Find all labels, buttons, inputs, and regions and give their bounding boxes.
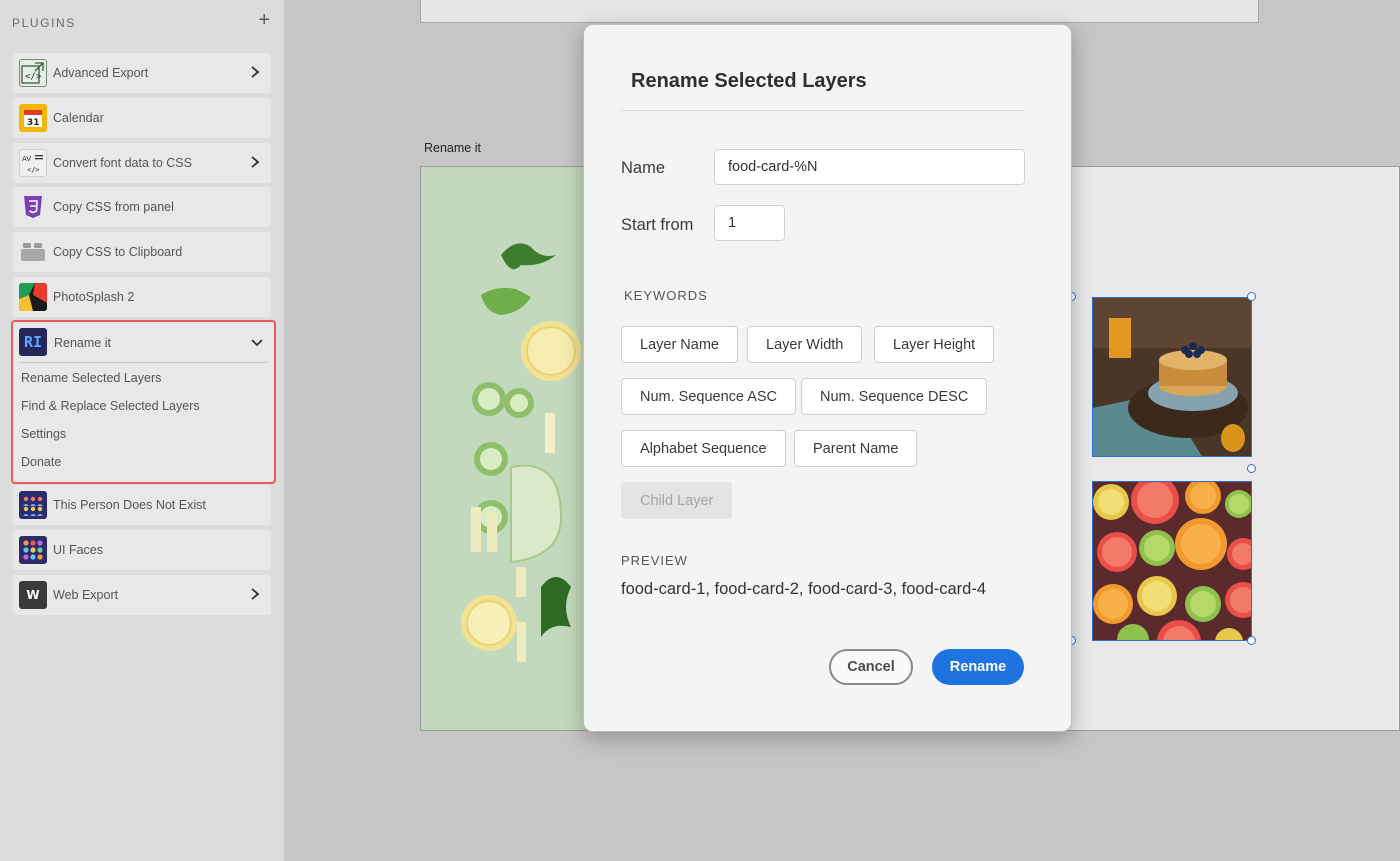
keyword-layer-height[interactable]: Layer Height: [874, 326, 995, 363]
code-export-icon: </>: [19, 59, 47, 87]
plugin-label: Rename it: [54, 336, 111, 350]
plugin-group-rename-it: RI Rename it Rename Selected Layers Find…: [11, 320, 276, 484]
name-input[interactable]: [714, 149, 1025, 185]
keyword-layer-width[interactable]: Layer Width: [747, 326, 863, 363]
cancel-button[interactable]: Cancel: [829, 649, 913, 685]
keyword-num-seq-asc[interactable]: Num. Sequence ASC: [621, 378, 797, 415]
plugin-item-ui-faces[interactable]: UI Faces: [13, 530, 271, 570]
faces-grid-icon: [19, 536, 47, 564]
plugin-label: Copy CSS to Clipboard: [53, 245, 183, 259]
plugin-item-rename-it[interactable]: RI Rename it: [13, 322, 274, 364]
plugin-item-copy-css-panel[interactable]: Copy CSS from panel: [13, 187, 271, 227]
svg-text:AV: AV: [22, 155, 31, 163]
chevron-down-icon[interactable]: [249, 333, 265, 353]
plugin-item-advanced-export[interactable]: </> Advanced Export: [13, 53, 271, 93]
plugin-label: Copy CSS from panel: [53, 200, 174, 214]
plugins-title: PLUGINS: [12, 16, 76, 30]
menu-item-settings[interactable]: Settings: [21, 427, 66, 441]
web-export-icon-text: W: [26, 588, 40, 602]
plugin-item-copy-css-clipboard[interactable]: Copy CSS to Clipboard: [13, 232, 271, 272]
plugins-header: PLUGINS +: [12, 10, 270, 30]
keyword-alphabet-seq[interactable]: Alphabet Sequence: [621, 430, 786, 467]
divider: [19, 362, 267, 363]
keyword-layer-name[interactable]: Layer Name: [621, 326, 738, 363]
food-photo-pancakes[interactable]: [1092, 297, 1252, 457]
rename-button[interactable]: Rename: [932, 649, 1024, 685]
menu-item-donate[interactable]: Donate: [21, 455, 61, 469]
svg-text:</>: </>: [27, 166, 40, 174]
font-css-icon: AV </>: [19, 149, 47, 177]
plus-icon[interactable]: +: [258, 10, 270, 30]
plugin-item-convert-font[interactable]: AV </> Convert font data to CSS: [13, 143, 271, 183]
keyword-parent-name[interactable]: Parent Name: [794, 430, 918, 467]
keyword-child-layer: Child Layer: [621, 482, 733, 519]
artboard-label[interactable]: Rename it: [424, 141, 481, 155]
calendar-icon: 31: [19, 104, 47, 132]
photosplash-icon: [19, 283, 47, 311]
dialog-title: Rename Selected Layers: [631, 70, 867, 92]
menu-item-rename-selected[interactable]: Rename Selected Layers: [21, 371, 161, 385]
web-export-icon: W: [19, 581, 47, 609]
title-divider: [621, 110, 1025, 111]
people-icon: [19, 491, 47, 519]
chevron-right-icon[interactable]: [247, 152, 263, 172]
plugin-label: This Person Does Not Exist: [53, 498, 206, 512]
food-photo-citrus[interactable]: [1092, 481, 1252, 641]
plugin-label: Convert font data to CSS: [53, 156, 192, 170]
svg-text:</>: </>: [25, 72, 42, 82]
selection-handle[interactable]: [1247, 292, 1256, 301]
calendar-icon-text: 31: [27, 118, 40, 128]
artboard-partial[interactable]: [420, 0, 1259, 23]
plugins-panel: PLUGINS + </> Advanced Export 31 Calenda…: [0, 0, 284, 861]
rename-it-icon-text: RI: [23, 333, 43, 351]
selection-handle[interactable]: [1247, 464, 1256, 473]
start-from-input[interactable]: [714, 205, 785, 241]
plugin-label: UI Faces: [53, 543, 104, 557]
plugin-label: PhotoSplash 2: [53, 290, 135, 304]
keywords-label: KEYWORDS: [624, 288, 708, 303]
preview-text: food-card-1, food-card-2, food-card-3, f…: [621, 580, 987, 598]
selection-handle[interactable]: [1247, 636, 1256, 645]
name-label: Name: [621, 159, 666, 177]
plugin-item-this-person[interactable]: This Person Does Not Exist: [13, 485, 271, 525]
food-photo-vegetables[interactable]: [421, 167, 591, 730]
chevron-right-icon[interactable]: [247, 584, 263, 604]
start-from-label: Start from: [621, 216, 694, 234]
plugin-item-web-export[interactable]: W Web Export: [13, 575, 271, 615]
plugin-item-photosplash[interactable]: PhotoSplash 2: [13, 277, 271, 317]
plugin-label: Calendar: [53, 111, 104, 125]
keyword-num-seq-desc[interactable]: Num. Sequence DESC: [801, 378, 988, 415]
plugin-label: Web Export: [53, 588, 119, 602]
plugin-item-calendar[interactable]: 31 Calendar: [13, 98, 271, 138]
css3-icon: [19, 193, 47, 221]
clipboard-icon: [19, 238, 47, 266]
preview-label: PREVIEW: [621, 553, 688, 568]
rename-dialog: Rename Selected Layers Name Start from K…: [583, 24, 1072, 732]
rename-it-icon: RI: [19, 328, 47, 356]
chevron-right-icon[interactable]: [247, 62, 263, 82]
plugin-label: Advanced Export: [53, 66, 149, 80]
menu-item-find-replace[interactable]: Find & Replace Selected Layers: [21, 399, 200, 413]
